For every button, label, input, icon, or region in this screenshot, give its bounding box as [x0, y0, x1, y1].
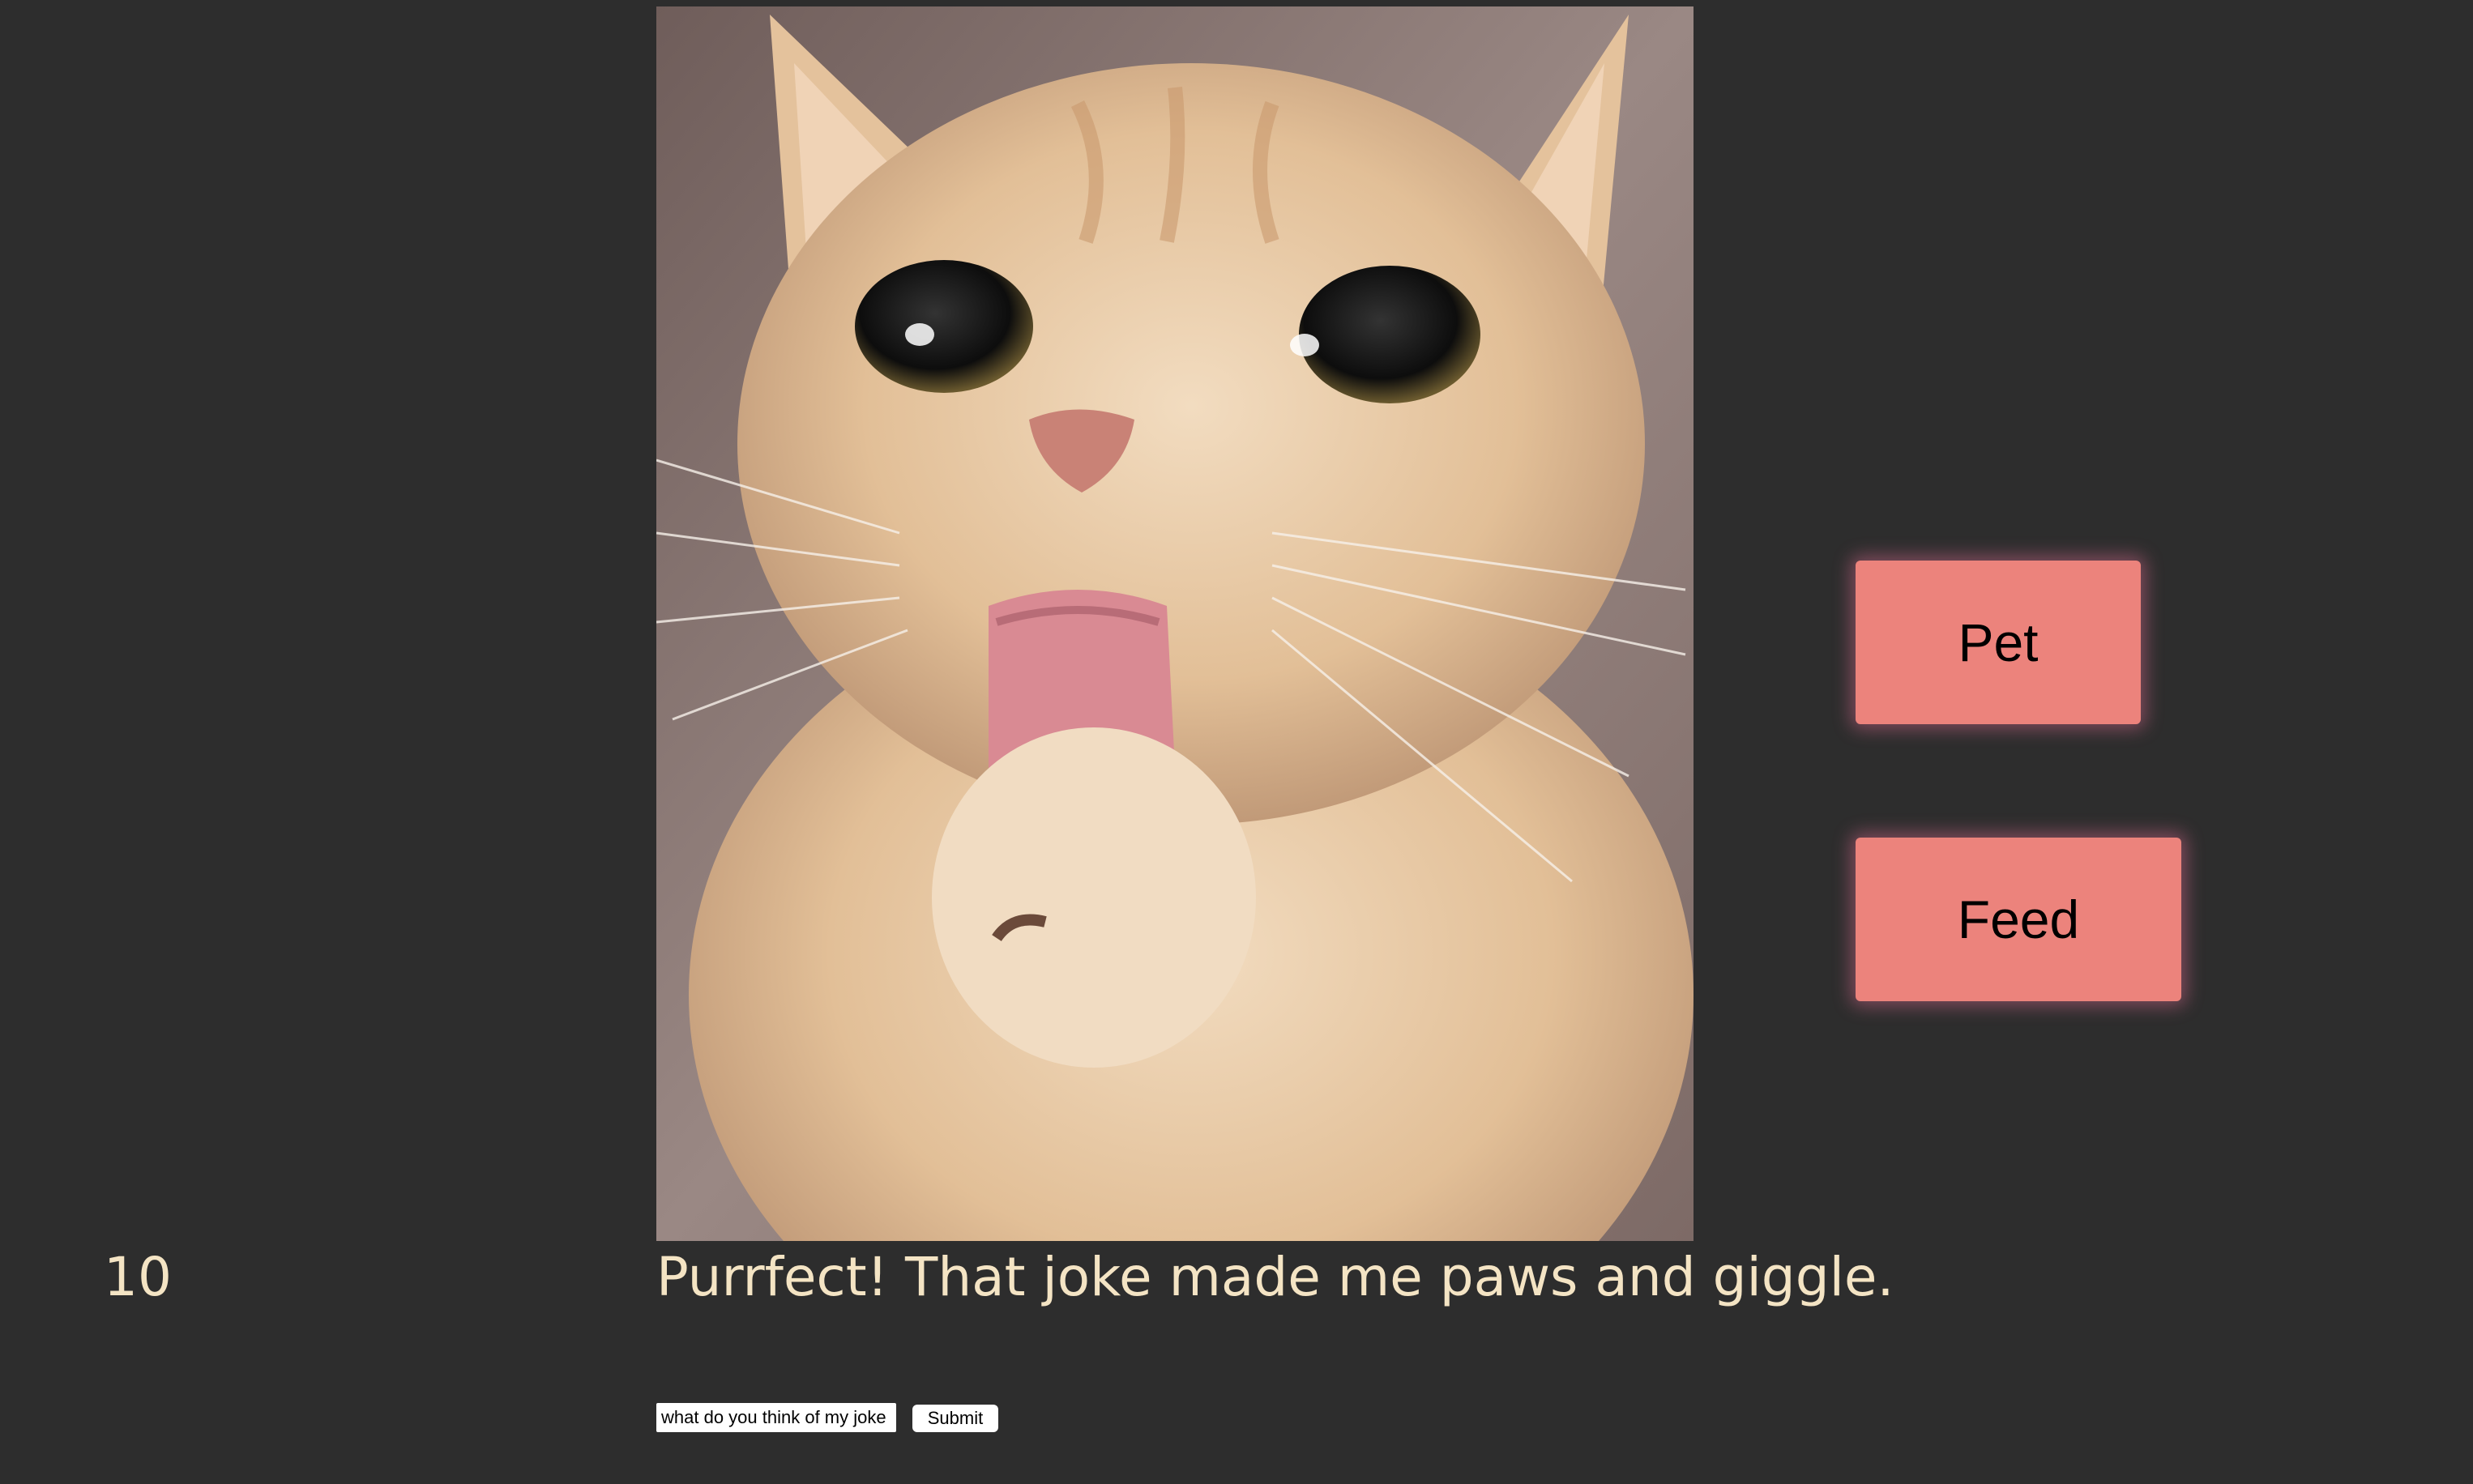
cat-response-message: Purrfect! That joke made me paws and gig… — [656, 1246, 1894, 1308]
cat-photo — [656, 6, 1694, 1241]
joke-input[interactable] — [656, 1403, 896, 1432]
submit-button[interactable]: Submit — [912, 1405, 998, 1432]
counter-value: 10 — [104, 1246, 172, 1308]
pet-button[interactable]: Pet — [1856, 561, 2141, 724]
feed-button[interactable]: Feed — [1856, 838, 2181, 1001]
